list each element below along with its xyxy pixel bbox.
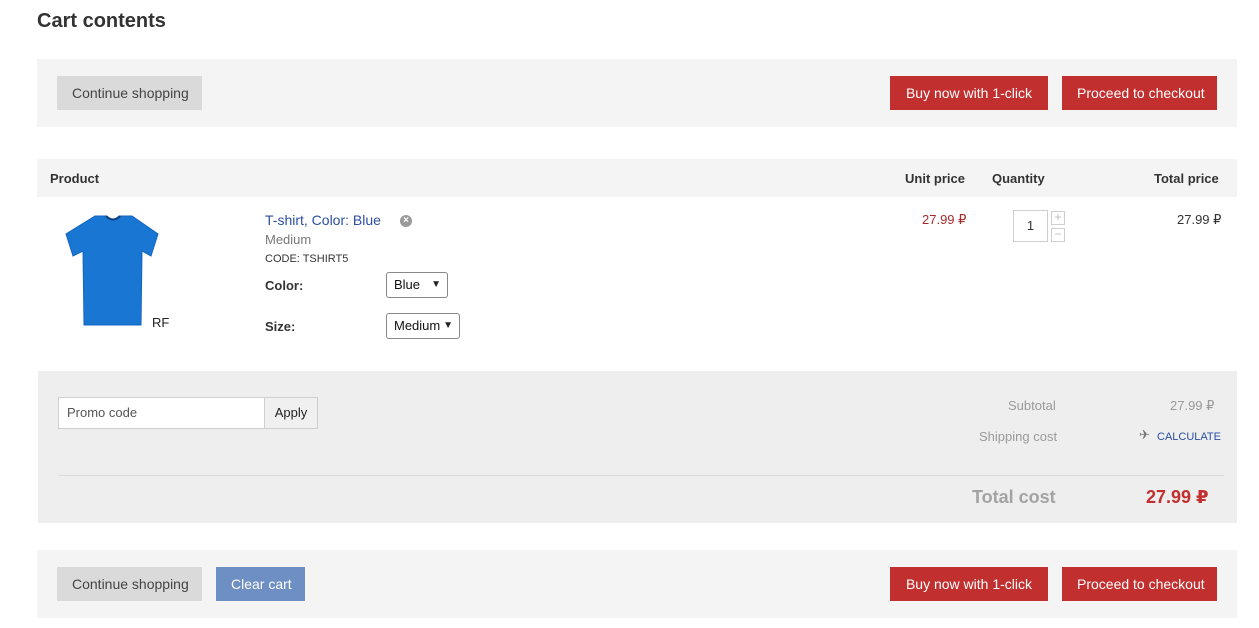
total-cost-label: Total cost <box>972 487 1056 507</box>
airplane-icon[interactable]: ✈ <box>1139 427 1150 443</box>
tshirt-collar <box>105 215 121 221</box>
continue-shopping-button[interactable]: Continue shopping <box>57 567 202 601</box>
cart-item-row: RF T-shirt, Color: Blue × Medium CODE: T… <box>0 197 1259 371</box>
option-color-label: Color: <box>265 278 304 293</box>
size-select[interactable]: Medium ▼ <box>386 313 460 339</box>
total-cost-value: 27.99 ₽ <box>1146 487 1209 507</box>
product-code: CODE: TSHIRT5 <box>265 253 349 265</box>
cart-summary: Promo code Apply Subtotal 27.99 ₽ Shippi… <box>38 371 1237 523</box>
top-action-bar: Continue shopping Buy now with 1-click P… <box>37 59 1237 127</box>
proceed-to-checkout-button[interactable]: Proceed to checkout <box>1062 567 1217 601</box>
color-select-value: Blue <box>394 277 421 292</box>
item-total-price: 27.99 ₽ <box>1177 212 1222 227</box>
tshirt-image <box>65 215 159 326</box>
option-size-label: Size: <box>265 319 296 334</box>
header-unit-price: Unit price <box>905 171 965 186</box>
product-name-link[interactable]: T-shirt, Color: Blue <box>265 212 381 228</box>
product-variant: Medium <box>265 232 312 247</box>
chevron-down-icon: ▼ <box>443 320 453 331</box>
size-select-value: Medium <box>394 318 441 333</box>
clear-cart-button[interactable]: Clear cart <box>216 567 305 601</box>
product-image[interactable] <box>60 212 166 330</box>
cart-table-header: Product Unit price Quantity Total price <box>37 159 1237 197</box>
subtotal-label: Subtotal <box>1008 398 1056 413</box>
proceed-to-checkout-button[interactable]: Proceed to checkout <box>1062 76 1217 110</box>
shipping-cost-label: Shipping cost <box>979 429 1058 444</box>
chevron-down-icon: ▼ <box>431 279 441 290</box>
buy-now-one-click-button[interactable]: Buy now with 1-click <box>890 76 1048 110</box>
subtotal-value: 27.99 ₽ <box>1170 398 1215 413</box>
summary-divider <box>58 475 1224 476</box>
image-caption: RF <box>152 315 170 330</box>
page-title: Cart contents <box>37 10 166 32</box>
header-product: Product <box>50 171 100 186</box>
plus-icon[interactable]: + <box>1051 211 1065 225</box>
bottom-action-bar: Continue shopping Clear cart Buy now wit… <box>37 550 1237 618</box>
continue-shopping-button[interactable]: Continue shopping <box>57 76 202 110</box>
buy-now-one-click-button[interactable]: Buy now with 1-click <box>890 567 1048 601</box>
unit-price: 27.99 ₽ <box>922 212 967 227</box>
apply-promo-button[interactable]: Apply <box>264 397 318 429</box>
header-quantity: Quantity <box>992 171 1045 186</box>
header-total-price: Total price <box>1154 171 1219 186</box>
calculate-shipping-link[interactable]: CALCULATE <box>1157 431 1221 443</box>
minus-icon[interactable]: − <box>1051 228 1065 242</box>
promo-code-input[interactable]: Promo code <box>58 397 265 429</box>
color-select[interactable]: Blue ▼ <box>386 272 448 298</box>
tshirt-shape <box>65 215 159 326</box>
quantity-input[interactable]: 1 <box>1013 210 1048 242</box>
remove-icon[interactable]: × <box>400 215 412 227</box>
